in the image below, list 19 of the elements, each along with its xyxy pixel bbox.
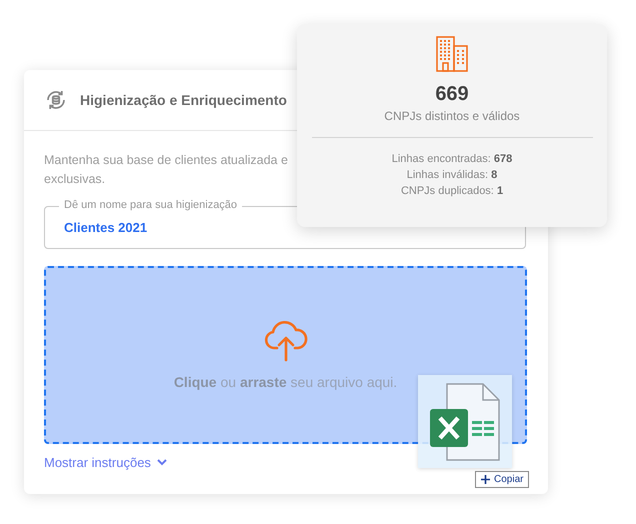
stat-line: Linhas inválidas: 8: [406, 168, 498, 183]
copy-label: Copiar: [494, 474, 524, 485]
chevron-down-icon: [156, 459, 167, 466]
sync-database-icon: [44, 88, 68, 112]
show-instructions-link[interactable]: Mostrar instruções: [44, 455, 167, 470]
cnpj-count: 669: [435, 83, 469, 106]
plus-icon: [481, 475, 490, 484]
description-text: exclusivas.: [44, 171, 106, 188]
stat-line: Linhas encontradas: 678: [392, 152, 512, 167]
upload-dropzone[interactable]: Clique ou arraste seu arquivo aqui.: [44, 266, 527, 444]
count-caption: CNPJs distintos e válidos: [384, 109, 520, 123]
card-title: Higienização e Enriquecimento: [80, 92, 287, 108]
field-label: Dê um nome para sua higienização: [59, 199, 242, 211]
description-text: Mantenha sua base de clientes atualizada e: [44, 152, 288, 169]
spreadsheet-file-icon: [429, 382, 501, 460]
dropzone-text: Clique ou arraste seu arquivo aqui.: [174, 374, 398, 390]
stat-line: CNPJs duplicados: 1: [400, 184, 504, 199]
cloud-upload-icon: [262, 318, 308, 362]
building-icon: [436, 36, 468, 72]
